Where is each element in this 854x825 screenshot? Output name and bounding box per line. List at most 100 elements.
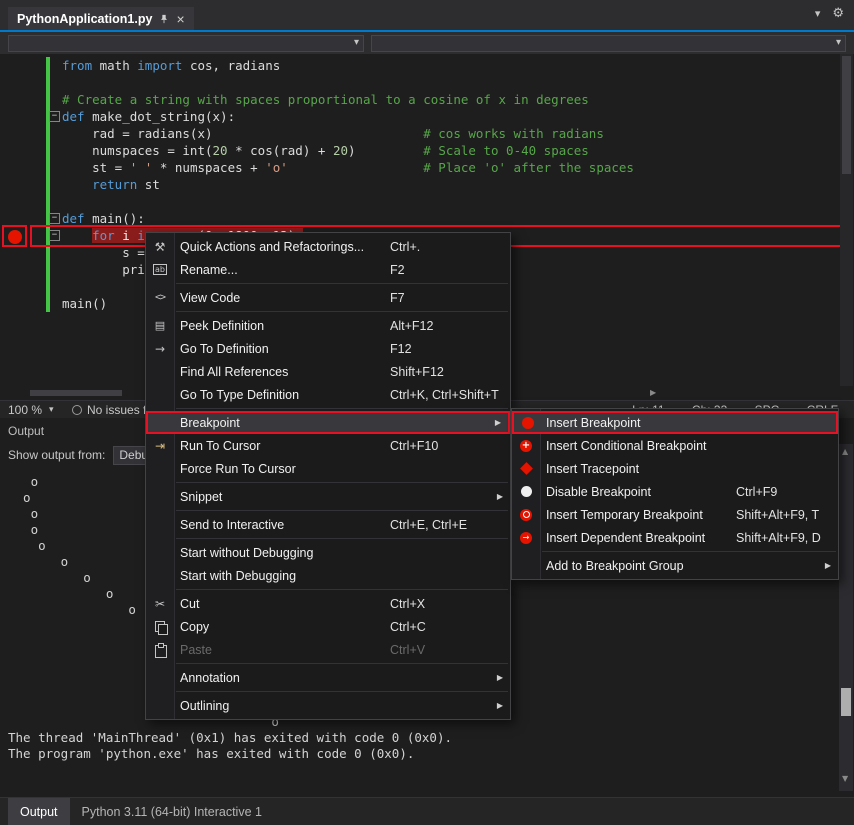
output-line: The thread 'MainThread' (0x1) has exited… — [8, 730, 452, 746]
document-tab-bar: PythonApplication1.py × ▾ ⚙ — [0, 0, 854, 30]
menu-item-label: Snippet — [180, 490, 222, 504]
menu-item-label: Start with Debugging — [180, 569, 296, 583]
menu-item-paste[interactable]: PasteCtrl+V — [146, 638, 510, 661]
menu-item-view-code[interactable]: View CodeF7 — [146, 286, 510, 309]
menu-item-label: Quick Actions and Refactorings... — [180, 240, 364, 254]
menu-item-label: Outlining — [180, 699, 229, 713]
menu-item-insert-tracepoint[interactable]: Insert Tracepoint — [512, 457, 838, 480]
code-line: main() — [62, 295, 107, 312]
menu-item-outlining[interactable]: Outlining ▶ — [146, 694, 510, 717]
menu-separator — [176, 589, 508, 590]
chevron-down-icon: ▾ — [49, 405, 54, 415]
scroll-up-icon[interactable]: ▲ — [842, 447, 848, 456]
fold-collapse-icon[interactable]: − — [49, 111, 60, 122]
pin-icon[interactable] — [159, 13, 169, 25]
submenu-arrow-icon: ▶ — [497, 701, 503, 710]
zoom-control[interactable]: 100 % ▾ — [8, 403, 54, 417]
menu-separator — [176, 311, 508, 312]
submenu-arrow-icon: ▶ — [497, 492, 503, 501]
bp-conditional-icon — [517, 437, 535, 455]
scrollbar-thumb[interactable] — [841, 688, 851, 716]
menu-item-shortcut: Ctrl+F9 — [736, 485, 777, 499]
breakpoint-icon[interactable] — [8, 230, 22, 244]
types-dropdown[interactable]: ▾ — [8, 35, 364, 52]
menu-item-label: Breakpoint — [180, 416, 240, 430]
menu-item-label: Send to Interactive — [180, 518, 284, 532]
output-line: The program 'python.exe' has exited with… — [8, 746, 452, 762]
code-line: st = ' ' * numspaces + 'o' # Place 'o' a… — [62, 159, 634, 176]
menu-item-label: Insert Tracepoint — [546, 462, 639, 476]
menu-item-disable-breakpoint[interactable]: Disable Breakpoint Ctrl+F9 — [512, 480, 838, 503]
menu-item-peek-definition[interactable]: Peek DefinitionAlt+F12 — [146, 314, 510, 337]
menu-item-insert-temporary-breakpoint[interactable]: Insert Temporary BreakpointShift+Alt+F9,… — [512, 503, 838, 526]
code-line: from math import cos, radians — [62, 57, 280, 74]
menu-item-quick-actions[interactable]: Quick Actions and Refactorings...Ctrl+. — [146, 235, 510, 258]
bp-temporary-icon — [517, 506, 535, 524]
navigation-bar: ▾ ▾ — [0, 32, 854, 54]
view-code-icon — [151, 289, 169, 307]
menu-item-snippet[interactable]: Snippet ▶ — [146, 485, 510, 508]
menu-separator — [542, 551, 836, 552]
menu-item-shortcut: Ctrl+K, Ctrl+Shift+T — [390, 388, 499, 402]
menu-item-label: Disable Breakpoint — [546, 485, 651, 499]
document-tab[interactable]: PythonApplication1.py × — [8, 7, 194, 30]
menu-item-shortcut: F12 — [390, 342, 412, 356]
menu-item-go-to-definition[interactable]: Go To DefinitionF12 — [146, 337, 510, 360]
code-line: rad = radians(x) # cos works with radian… — [62, 125, 604, 142]
context-menu: Quick Actions and Refactorings...Ctrl+.R… — [145, 232, 511, 720]
menu-separator — [176, 283, 508, 284]
code-line: # Create a string with spaces proportion… — [62, 91, 589, 108]
menu-item-send-to-interactive[interactable]: Send to InteractiveCtrl+E, Ctrl+E — [146, 513, 510, 536]
issues-icon — [72, 405, 82, 415]
close-icon[interactable]: × — [176, 12, 184, 26]
menu-item-start-with-debugging[interactable]: Start with Debugging — [146, 564, 510, 587]
go-to-definition-icon — [151, 340, 169, 358]
menu-item-label: Go To Type Definition — [180, 388, 299, 402]
menu-item-go-to-type-definition[interactable]: Go To Type Definition Ctrl+K, Ctrl+Shift+… — [146, 383, 510, 406]
scrollbar-thumb[interactable] — [30, 390, 122, 396]
menu-item-rename[interactable]: Rename...F2 — [146, 258, 510, 281]
menu-item-shortcut: Shift+Alt+F9, T — [736, 508, 819, 522]
menu-item-breakpoint[interactable]: Breakpoint▶ — [146, 411, 510, 434]
run-to-cursor-icon — [151, 437, 169, 455]
menu-item-shortcut: Shift+F12 — [390, 365, 444, 379]
tab-output[interactable]: Output — [8, 798, 70, 825]
fold-collapse-icon[interactable]: − — [49, 213, 60, 224]
menu-item-cut[interactable]: CutCtrl+X — [146, 592, 510, 615]
menu-item-label: Insert Conditional Breakpoint — [546, 439, 707, 453]
menu-separator — [176, 538, 508, 539]
zoom-value: 100 % — [8, 403, 42, 417]
code-line: numspaces = int(20 * cos(rad) + 20) # Sc… — [62, 142, 589, 159]
menu-item-shortcut: F7 — [390, 291, 405, 305]
output-vertical-scrollbar[interactable]: ▲ ▼ — [839, 444, 853, 791]
menu-item-insert-conditional-breakpoint[interactable]: Insert Conditional Breakpoint — [512, 434, 838, 457]
scroll-down-icon[interactable]: ▼ — [842, 774, 848, 783]
gear-icon[interactable]: ⚙ — [832, 6, 844, 21]
breakpoint-submenu: Insert Breakpoint Insert Conditional Brea… — [511, 408, 839, 580]
menu-item-find-all-references[interactable]: Find All ReferencesShift+F12 — [146, 360, 510, 383]
bp-disable-icon — [517, 483, 535, 501]
menu-item-start-without-debugging[interactable]: Start without Debugging — [146, 541, 510, 564]
menu-item-label: Cut — [180, 597, 199, 611]
menu-item-label: Add to Breakpoint Group — [546, 559, 684, 573]
menu-item-label: Insert Breakpoint — [546, 416, 641, 430]
menu-item-label: Rename... — [180, 263, 238, 277]
menu-item-insert-dependent-breakpoint[interactable]: Insert Dependent BreakpointShift+Alt+F9,… — [512, 526, 838, 549]
editor-vertical-scrollbar[interactable] — [840, 54, 853, 386]
issues-indicator[interactable]: No issues found — [72, 403, 152, 417]
visual-studio-window: PythonApplication1.py × ▾ ⚙ ▾ ▾ from mat… — [0, 0, 854, 825]
cut-icon — [151, 595, 169, 613]
panel-tab-bar: Output Python 3.11 (64-bit) Interactive … — [0, 797, 854, 825]
chevron-down-icon: ▾ — [836, 37, 841, 48]
chevron-down-icon[interactable]: ▾ — [815, 7, 821, 20]
menu-item-annotation[interactable]: Annotation▶ — [146, 666, 510, 689]
menu-item-insert-breakpoint[interactable]: Insert Breakpoint — [512, 411, 838, 434]
menu-item-copy[interactable]: CopyCtrl+C — [146, 615, 510, 638]
menu-item-run-to-cursor[interactable]: Run To CursorCtrl+F10 — [146, 434, 510, 457]
menu-item-add-to-breakpoint-group[interactable]: Add to Breakpoint Group▶ — [512, 554, 838, 577]
members-dropdown[interactable]: ▾ — [371, 35, 846, 52]
scrollbar-thumb[interactable] — [842, 56, 851, 174]
scroll-right-icon[interactable]: ▶ — [650, 388, 656, 397]
menu-item-force-run-to-cursor[interactable]: Force Run To Cursor — [146, 457, 510, 480]
tab-python-interactive[interactable]: Python 3.11 (64-bit) Interactive 1 — [70, 798, 274, 825]
